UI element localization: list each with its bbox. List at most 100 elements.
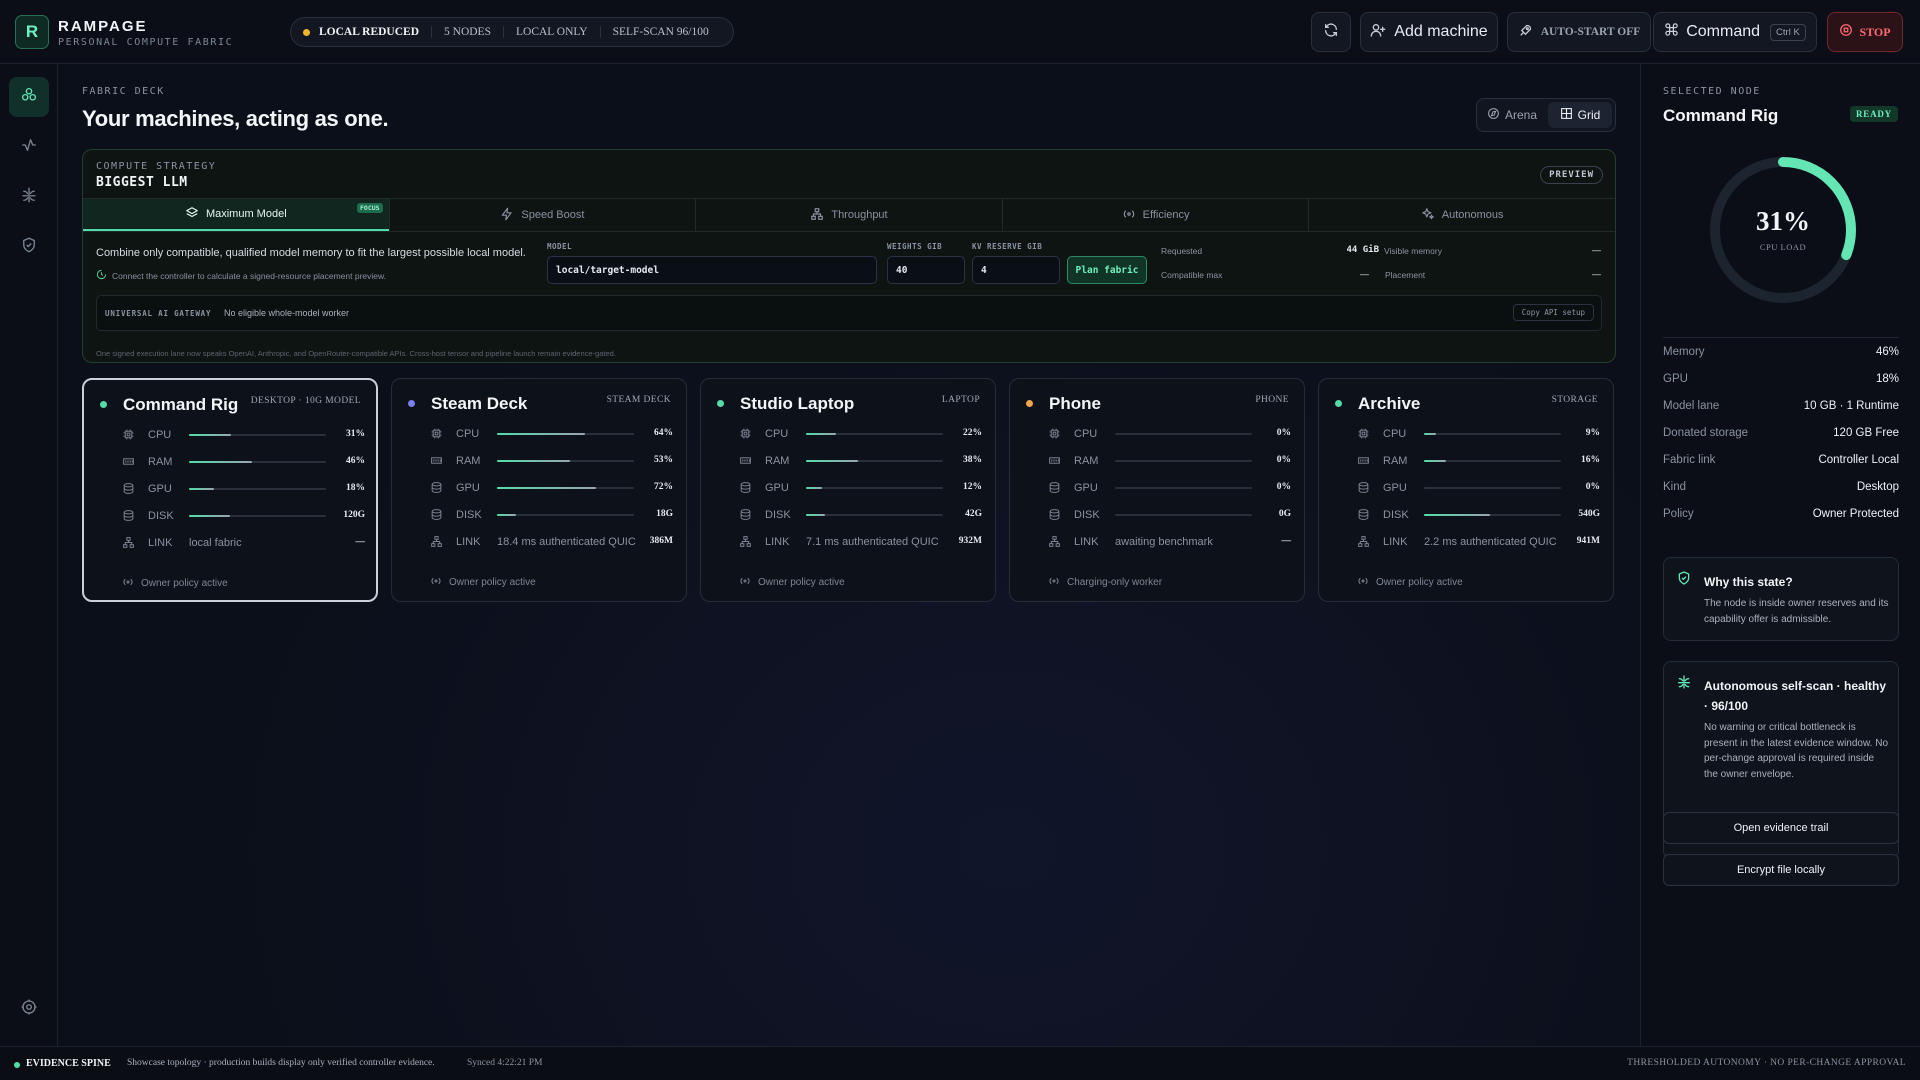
- command-palette-button[interactable]: Command Ctrl K: [1653, 12, 1817, 52]
- metric-bar-fill: [497, 460, 570, 462]
- metric-bar-fill: [497, 514, 517, 516]
- metric-value: 16%: [1581, 455, 1600, 465]
- metric-row-gpu: GPU 18%: [84, 479, 380, 499]
- efficiency-icon: [1122, 207, 1136, 224]
- metric-label: LINK: [765, 536, 790, 548]
- grid-icon: [1560, 107, 1573, 123]
- stop-label: STOP: [1859, 24, 1891, 39]
- metric-value: 72%: [654, 482, 673, 492]
- cpu-load-gauge: 31% CPU LOAD: [1707, 154, 1859, 306]
- link-status: 2.2 ms authenticated QUIC: [1424, 536, 1557, 548]
- evidence-dot: [14, 1062, 20, 1068]
- refresh-button[interactable]: [1311, 12, 1351, 52]
- ram-icon: [1357, 454, 1370, 472]
- node-policy: Owner policy active: [430, 575, 536, 590]
- self-scan-text: No warning or critical bottleneck is pre…: [1704, 722, 1888, 780]
- detail-value: 120 GB Free: [1833, 426, 1899, 439]
- metric-label: GPU: [1383, 482, 1407, 494]
- node-status-dot: [1026, 400, 1033, 407]
- strategy-header: COMPUTE STRATEGY BIGGEST LLM: [96, 161, 216, 190]
- rail-fabric[interactable]: [9, 77, 49, 117]
- policy-text: Owner policy active: [1376, 577, 1463, 588]
- rail-activity[interactable]: [9, 127, 49, 167]
- evidence-text: Showcase topology · production builds di…: [127, 1058, 435, 1068]
- node-card[interactable]: Studio Laptop LAPTOP CPU 22% RAM 38% GPU 12% DIS…: [700, 378, 996, 602]
- metric-bar: [1115, 514, 1252, 516]
- kv-reserve-input[interactable]: 4: [972, 256, 1060, 284]
- model-input[interactable]: local/target-model: [547, 256, 877, 284]
- metric-label: RAM: [456, 455, 481, 467]
- layers-icon: [185, 206, 199, 223]
- node-card[interactable]: Archive STORAGE CPU 9% RAM 16% GPU 0% DISK 540G LI…: [1318, 378, 1614, 602]
- link-value: —: [355, 537, 366, 547]
- sparkle-icon: [1421, 207, 1435, 224]
- metric-bar-fill: [806, 433, 837, 435]
- node-policy: Owner policy active: [739, 575, 845, 590]
- metric-label: LINK: [148, 537, 173, 549]
- rail-settings[interactable]: [9, 989, 49, 1029]
- ram-icon: [1048, 454, 1061, 472]
- tab-speed-boost[interactable]: Speed Boost: [388, 199, 696, 231]
- metric-bar-fill: [806, 487, 823, 489]
- metric-bar-fill: [189, 434, 232, 436]
- node-status-dot: [717, 400, 724, 407]
- link-value: 386M: [649, 536, 673, 546]
- metric-label: RAM: [1383, 455, 1408, 467]
- metric-bar: [1115, 487, 1252, 489]
- metric-label: RAM: [148, 456, 173, 468]
- tab-throughput[interactable]: Throughput: [695, 199, 1002, 231]
- why-state-text: The node is inside owner reserves and it…: [1704, 598, 1889, 625]
- detail-row: Fabric link Controller Local: [1663, 446, 1899, 473]
- link-value: —: [1281, 536, 1292, 546]
- open-evidence-trail-button[interactable]: Open evidence trail: [1663, 812, 1899, 844]
- node-card[interactable]: Steam Deck STEAM DECK CPU 64% RAM 53% GPU 72% DI…: [391, 378, 687, 602]
- metric-value: 64%: [654, 428, 673, 438]
- gpu-icon: [430, 481, 443, 499]
- network-icon: [739, 535, 752, 553]
- view-toggle: Arena Grid: [1476, 98, 1616, 132]
- tab-efficiency[interactable]: Efficiency: [1001, 199, 1309, 231]
- node-card[interactable]: Phone PHONE CPU 0% RAM 0% GPU 0% DISK 0G LINK await…: [1009, 378, 1305, 602]
- view-arena-button[interactable]: Arena: [1480, 102, 1544, 128]
- strategy-footnote: One signed execution lane now speaks Ope…: [96, 349, 616, 358]
- policy-icon: [430, 575, 442, 590]
- metric-label: GPU: [148, 483, 172, 495]
- add-machine-button[interactable]: Add machine: [1360, 12, 1498, 52]
- detail-row: Donated storage 120 GB Free: [1663, 419, 1899, 446]
- detail-value: 10 GB · 1 Runtime: [1803, 399, 1899, 412]
- ram-icon: [739, 454, 752, 472]
- weights-input[interactable]: 40: [887, 256, 965, 284]
- strategy-hint-text: Connect the controller to calculate a si…: [112, 270, 387, 281]
- metric-bar-fill: [806, 460, 859, 462]
- encrypt-file-button[interactable]: Encrypt file locally: [1663, 854, 1899, 886]
- settings-icon: [20, 998, 38, 1021]
- metric-value: 18G: [656, 509, 673, 519]
- network-icon: [810, 207, 824, 224]
- rail-security[interactable]: [9, 227, 49, 267]
- rail-scan[interactable]: [9, 177, 49, 217]
- brand: RAMPAGE PERSONAL COMPUTE FABRIC: [58, 18, 233, 48]
- tab-autonomous[interactable]: Autonomous: [1308, 199, 1615, 231]
- metric-bar: [189, 461, 326, 463]
- node-card[interactable]: Command Rig DESKTOP · 10G MODEL CPU 31% RAM 4…: [82, 378, 378, 602]
- gpu-icon: [1048, 481, 1061, 499]
- node-name: Command Rig: [123, 395, 239, 414]
- strategy-name: BIGGEST LLM: [96, 175, 188, 190]
- plan-fabric-button[interactable]: Plan fabric: [1067, 256, 1147, 284]
- view-grid-button[interactable]: Grid: [1548, 102, 1612, 128]
- side-eyebrow: SELECTED NODE: [1663, 86, 1761, 97]
- app-name: RAMPAGE: [58, 18, 148, 35]
- copy-api-setup-button[interactable]: Copy API setup: [1512, 304, 1594, 321]
- metric-bar: [1115, 433, 1252, 435]
- metric-bar: [806, 514, 943, 516]
- metric-label: DISK: [456, 509, 482, 521]
- status-mode: LOCAL REDUCED: [319, 26, 420, 38]
- metric-bar: [1424, 514, 1561, 516]
- tab-label: Speed Boost: [521, 209, 585, 221]
- auto-start-toggle[interactable]: AUTO-START OFF: [1507, 12, 1651, 52]
- node-policy: Owner policy active: [122, 576, 228, 591]
- stop-button[interactable]: STOP: [1827, 12, 1903, 52]
- network-icon: [122, 536, 135, 554]
- tab-maximum-model[interactable]: Maximum Model FOCUS: [83, 199, 389, 231]
- why-state-title: Why this state?: [1704, 575, 1793, 589]
